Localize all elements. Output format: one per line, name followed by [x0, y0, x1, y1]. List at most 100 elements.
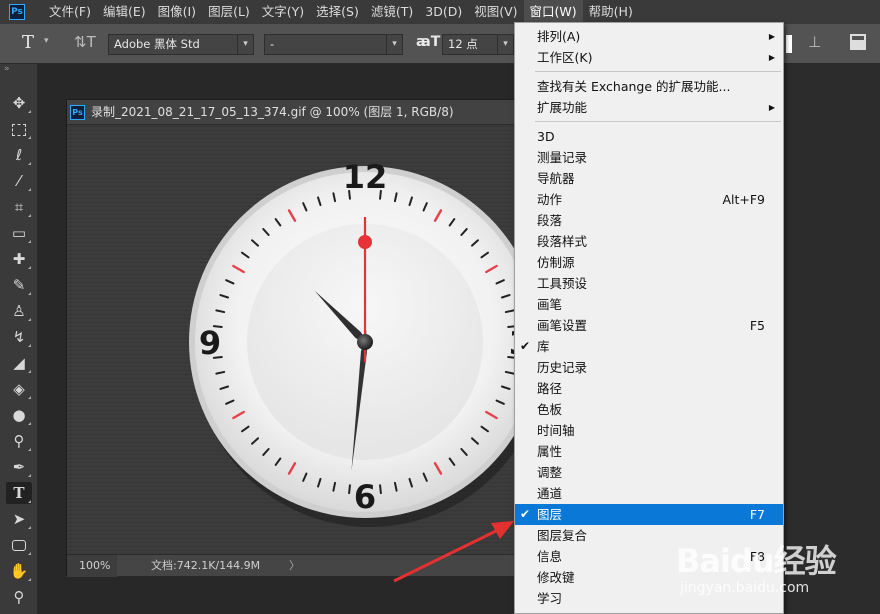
- window-menu-dropdown: 排列(A) ▶ 工作区(K) ▶ 查找有关 Exchange 的扩展功能... 扩展功能 ▶…: [514, 22, 784, 614]
- menu-9[interactable]: 窗口(W): [523, 0, 583, 24]
- menu-2[interactable]: 图像(I): [152, 0, 202, 24]
- status-menu-arrow-icon[interactable]: 〉: [289, 555, 300, 577]
- font-size-icon: ꜳT: [416, 34, 441, 50]
- ruler-tool-icon[interactable]: ▭: [6, 222, 32, 244]
- window-menu-item[interactable]: ✔ 库: [515, 336, 783, 357]
- font-style-select[interactable]: - ▾: [264, 34, 403, 55]
- window-menu-item[interactable]: 扩展功能 ▶: [515, 97, 783, 118]
- window-menu-item[interactable]: 排列(A) ▶: [515, 26, 783, 47]
- font-style-value: -: [270, 37, 275, 51]
- window-menu-item[interactable]: 信息 F8: [515, 546, 783, 567]
- window-menu-item[interactable]: 画笔设置 F5: [515, 315, 783, 336]
- window-menu-item[interactable]: 工作区(K) ▶: [515, 47, 783, 68]
- window-menu-item[interactable]: 仿制源: [515, 252, 783, 273]
- window-menu-item[interactable]: 时间轴: [515, 420, 783, 441]
- hand-tool-icon[interactable]: ✋: [6, 560, 32, 582]
- pen-tool-icon[interactable]: ✒: [6, 456, 32, 478]
- menu-4[interactable]: 文字(Y): [256, 0, 310, 24]
- color-swatch[interactable]: [786, 35, 792, 53]
- menu-1[interactable]: 编辑(E): [97, 0, 152, 24]
- document-title: 录制_2021_08_21_17_05_13_374.gif @ 100% (图…: [91, 105, 454, 119]
- window-menu-item[interactable]: 动作 Alt+F9: [515, 189, 783, 210]
- window-menu-item[interactable]: 画笔: [515, 294, 783, 315]
- dodge-tool-icon[interactable]: ⚲: [6, 430, 32, 452]
- window-menu-item-label: 段落: [537, 213, 563, 228]
- window-menu-item[interactable]: 修改键: [515, 567, 783, 588]
- canvas[interactable]: 12 9 3 6: [67, 126, 515, 552]
- annotation-arrow-icon: [393, 521, 514, 583]
- clock-tick: [348, 484, 351, 495]
- window-menu-item[interactable]: 属性: [515, 441, 783, 462]
- document-info: 文档:742.1K/144.9M: [151, 559, 261, 572]
- menu-separator: [535, 121, 781, 122]
- window-menu-item[interactable]: 段落: [515, 210, 783, 231]
- menu-0[interactable]: 文件(F): [43, 0, 97, 24]
- marquee-tool-icon[interactable]: [6, 118, 32, 140]
- chevron-down-icon: ▾: [497, 35, 513, 54]
- window-menu-item[interactable]: 路径: [515, 378, 783, 399]
- magic-wand-tool-icon[interactable]: ⁄: [6, 170, 32, 192]
- window-menu-item-label: 动作: [537, 192, 563, 207]
- window-menu-item[interactable]: 测量记录: [515, 147, 783, 168]
- window-menu-item-label: 段落样式: [537, 234, 588, 249]
- window-menu-item[interactable]: 色板: [515, 399, 783, 420]
- type-tool-icon[interactable]: T: [6, 482, 32, 504]
- window-menu-item[interactable]: 查找有关 Exchange 的扩展功能...: [515, 76, 783, 97]
- menu-10[interactable]: 帮助(H): [583, 0, 639, 24]
- toolbox-grip-icon[interactable]: »: [0, 64, 37, 74]
- window-menu-item-label: 工作区(K): [537, 50, 593, 65]
- document-tab[interactable]: Ps 录制_2021_08_21_17_05_13_374.gif @ 100%…: [67, 100, 527, 125]
- lasso-tool-icon[interactable]: ℓ: [6, 144, 32, 166]
- zoom-level[interactable]: 100%: [67, 555, 117, 577]
- window-menu-item-shortcut: F5: [749, 318, 765, 333]
- path-selection-tool-icon[interactable]: ➤: [6, 508, 32, 530]
- move-tool-icon[interactable]: ✥: [6, 92, 32, 114]
- window-menu-item[interactable]: ✔ 图层 F7: [515, 504, 783, 525]
- window-menu-item[interactable]: 历史记录: [515, 357, 783, 378]
- menu-bar: Ps 文件(F) 编辑(E) 图像(I) 图层(L) 文字(Y) 选择(S) 滤镜(T) 3D…: [0, 0, 880, 24]
- window-menu-item[interactable]: 3D: [515, 126, 783, 147]
- zoom-tool-icon[interactable]: ⚲: [6, 586, 32, 608]
- window-menu-item-shortcut: F8: [749, 549, 765, 564]
- window-menu-item-label: 学习: [537, 591, 563, 606]
- photoshop-doc-icon: Ps: [70, 105, 85, 120]
- window-menu-item[interactable]: 调整: [515, 462, 783, 483]
- chevron-down-icon: ▾: [237, 35, 253, 54]
- history-brush-tool-icon[interactable]: ↯: [6, 326, 32, 348]
- menu-7[interactable]: 3D(D): [419, 0, 468, 24]
- eraser-tool-icon[interactable]: ◢: [6, 352, 32, 374]
- healing-brush-tool-icon[interactable]: ✚: [6, 248, 32, 270]
- crop-tool-icon[interactable]: ⌗: [6, 196, 32, 218]
- photoshop-logo-icon[interactable]: Ps: [9, 4, 25, 20]
- menu-8[interactable]: 视图(V): [468, 0, 523, 24]
- font-size-select[interactable]: 12 点 ▾: [442, 34, 514, 55]
- brush-tool-icon[interactable]: ✎: [6, 274, 32, 296]
- checkmark-icon: ✔: [520, 507, 531, 521]
- paint-bucket-tool-icon[interactable]: ◈: [6, 378, 32, 400]
- blur-tool-icon[interactable]: ●: [6, 404, 32, 426]
- window-menu-item[interactable]: 学习: [515, 588, 783, 609]
- window-menu-item[interactable]: 导航器: [515, 168, 783, 189]
- toolbox: » ✥ ℓ ⁄ ⌗ ▭ ✚ ✎ ♙ ↯ ◢ ◈ ● ⚲ ✒ T ➤ ✋ ⚲: [0, 64, 38, 614]
- font-family-select[interactable]: Adobe 黑体 Std ▾: [108, 34, 254, 55]
- rectangle-tool-icon[interactable]: [6, 534, 32, 556]
- type-tool-preset-icon[interactable]: T: [22, 32, 34, 53]
- clock-hub: [357, 334, 373, 350]
- window-menu-item[interactable]: 段落样式: [515, 231, 783, 252]
- window-menu-item[interactable]: 工具预设: [515, 273, 783, 294]
- submenu-arrow-icon: ▶: [768, 103, 775, 112]
- warp-text-icon[interactable]: ⊥: [808, 33, 821, 51]
- panels-icon[interactable]: [850, 34, 866, 50]
- numeral-12: 12: [343, 158, 388, 196]
- toggle-text-orientation-icon[interactable]: ⇅T: [74, 33, 96, 51]
- window-menu-item[interactable]: 图层复合: [515, 525, 783, 546]
- clone-stamp-tool-icon[interactable]: ♙: [6, 300, 32, 322]
- menu-3[interactable]: 图层(L): [202, 0, 256, 24]
- panel-dock: [784, 64, 880, 614]
- window-menu-item-label: 导航器: [537, 171, 575, 186]
- window-menu-item-label: 画笔: [537, 297, 563, 312]
- menu-5[interactable]: 选择(S): [310, 0, 365, 24]
- window-menu-item[interactable]: 通道: [515, 483, 783, 504]
- menu-6[interactable]: 滤镜(T): [365, 0, 419, 24]
- chevron-down-icon[interactable]: ▾: [44, 36, 49, 46]
